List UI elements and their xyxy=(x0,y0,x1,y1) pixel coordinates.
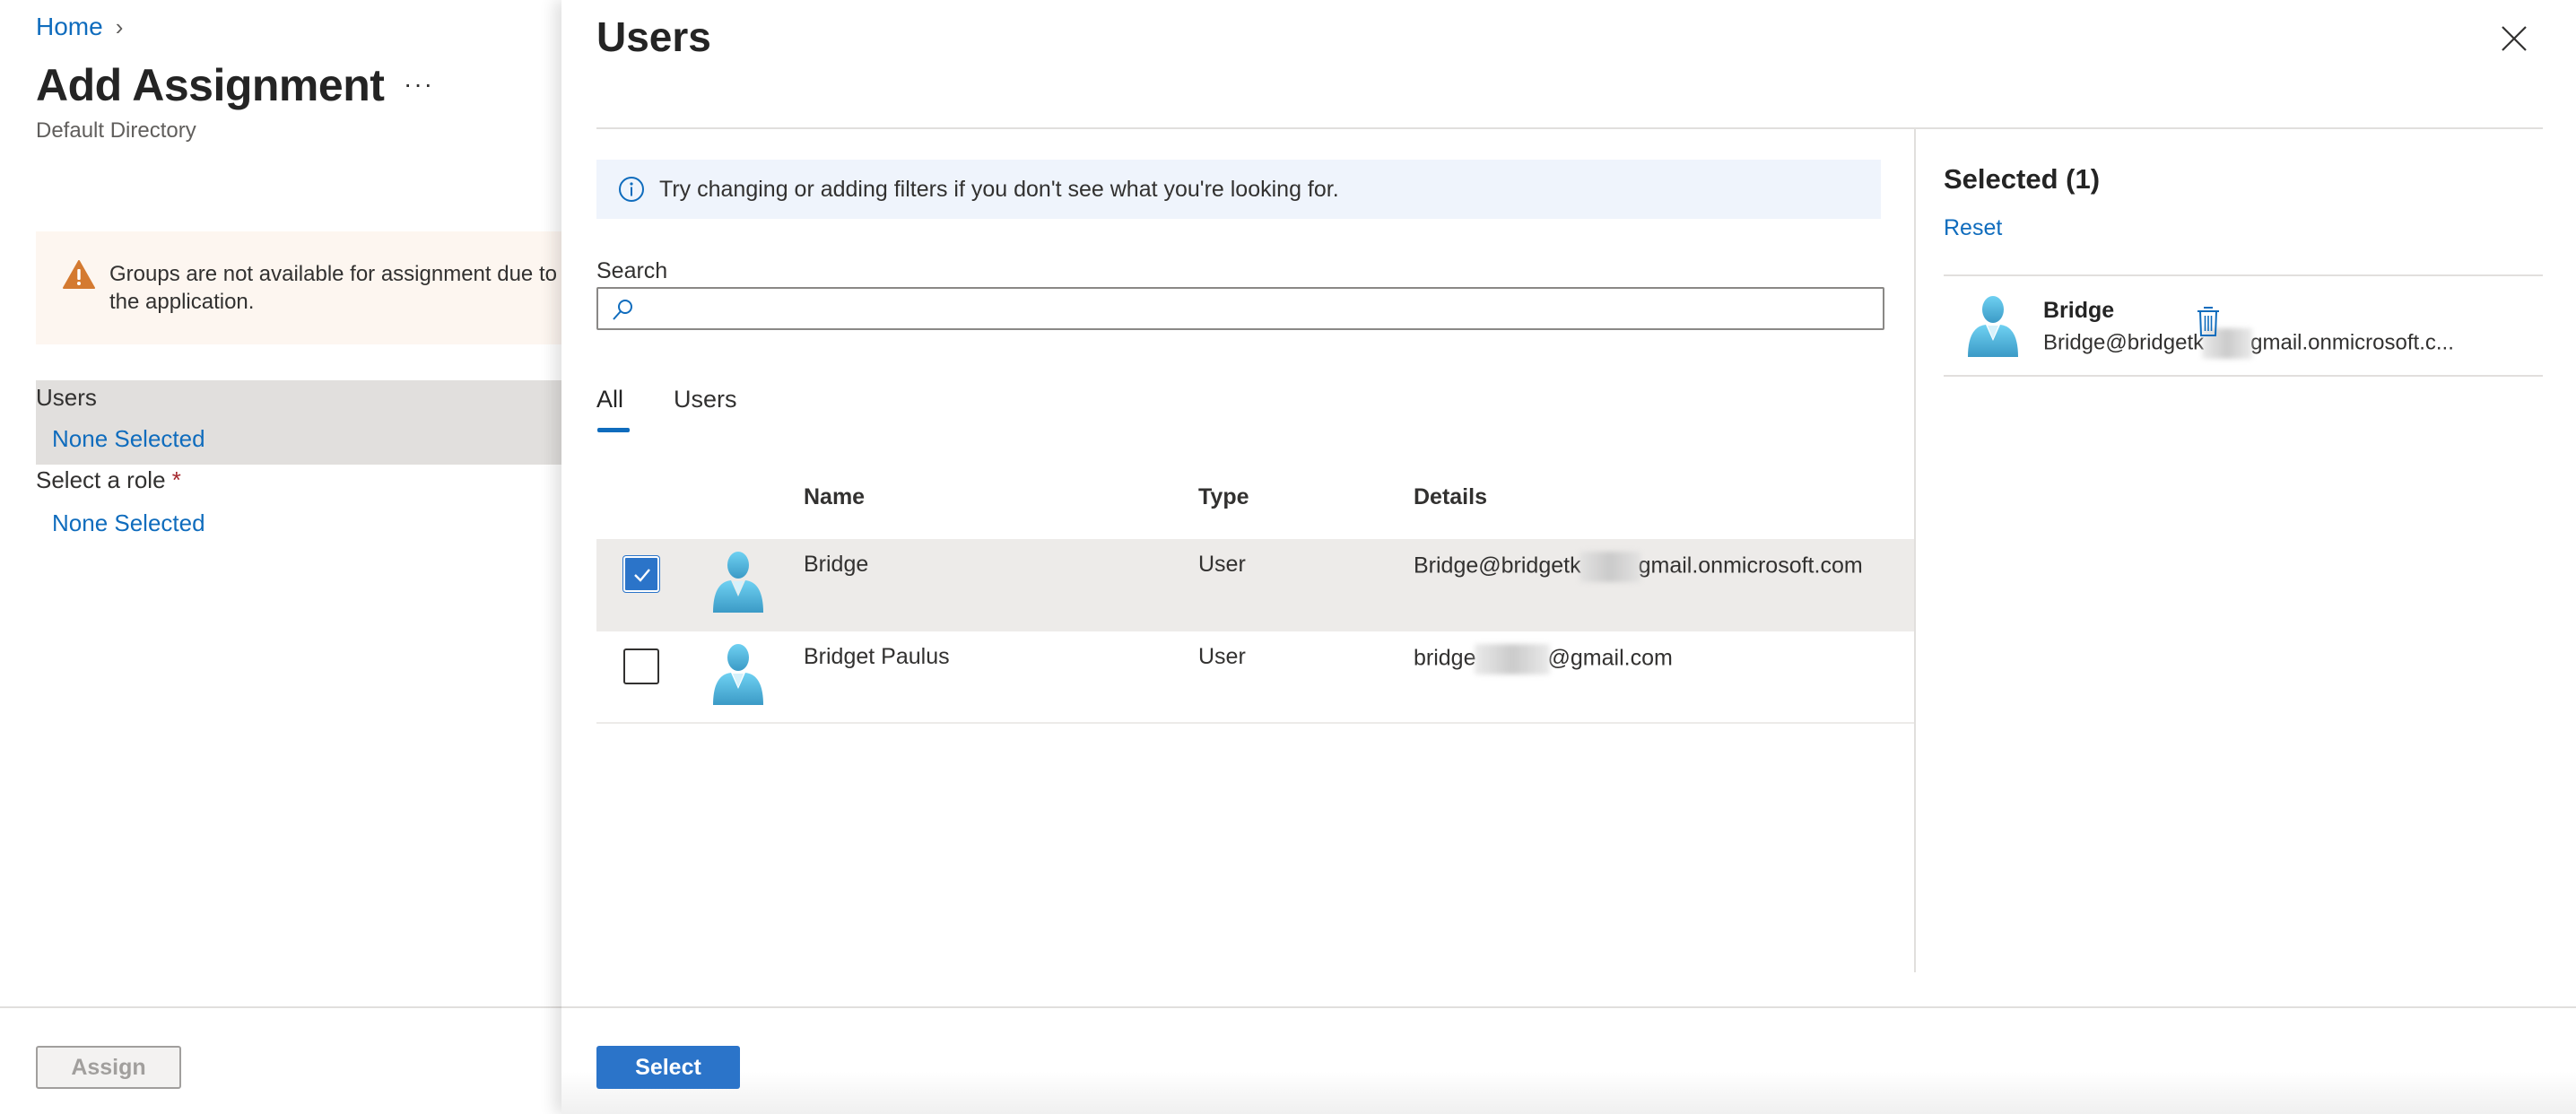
info-text: Try changing or adding filters if you do… xyxy=(659,176,1339,202)
info-icon xyxy=(619,177,644,202)
required-asterisk: * xyxy=(171,466,181,493)
page-title: Add Assignment xyxy=(36,60,385,110)
active-tab-indicator xyxy=(597,428,630,432)
column-header-details[interactable]: Details xyxy=(1414,484,1487,510)
column-header-type[interactable]: Type xyxy=(1198,484,1249,510)
pane-splitter xyxy=(1914,129,1916,972)
user-avatar-icon xyxy=(713,552,763,613)
users-label: Users xyxy=(36,384,97,411)
warning-icon xyxy=(63,260,95,289)
user-type: User xyxy=(1198,552,1246,577)
tab-users[interactable]: Users xyxy=(674,386,737,413)
info-banner: Try changing or adding filters if you do… xyxy=(596,160,1881,219)
search-label: Search xyxy=(596,258,668,283)
redacted-blur xyxy=(1579,552,1640,582)
breadcrumb: Home › xyxy=(36,13,123,41)
add-assignment-blade: Home › Add Assignment ··· Default Direct… xyxy=(0,0,574,1114)
chevron-right-icon: › xyxy=(115,13,124,40)
footer-area xyxy=(561,1008,2576,1114)
warning-line-1: Groups are not available for assignment … xyxy=(109,262,557,286)
footer-divider xyxy=(0,1006,561,1008)
delete-icon[interactable] xyxy=(2196,305,2221,337)
select-button[interactable]: Select xyxy=(596,1046,740,1089)
details-suffix: @gmail.com xyxy=(1547,645,1673,671)
close-icon[interactable] xyxy=(2501,25,2528,52)
role-label: Select a role * xyxy=(36,466,181,494)
user-avatar-icon xyxy=(713,644,763,705)
reset-link[interactable]: Reset xyxy=(1944,215,2002,241)
row-checkbox[interactable] xyxy=(623,556,659,592)
email-suffix: gmail.onmicrosoft.c... xyxy=(2250,330,2454,355)
row-checkbox[interactable] xyxy=(623,648,659,684)
warning-line-2: the application. xyxy=(109,290,255,314)
search-input[interactable] xyxy=(645,289,1874,328)
details-suffix: gmail.onmicrosoft.com xyxy=(1638,553,1863,579)
details-prefix: Bridge@bridgetk xyxy=(1414,553,1581,579)
users-panel: Users Try changing or adding filters if … xyxy=(561,0,2576,1114)
redacted-blur xyxy=(1474,644,1550,674)
users-none-selected-link[interactable]: None Selected xyxy=(52,425,205,453)
selected-user-email: Bridge@bridgetk gmail.onmicrosoft.c... xyxy=(2043,328,2454,359)
user-avatar-icon xyxy=(1968,296,2018,357)
email-prefix: Bridge@bridgetk xyxy=(2043,330,2205,355)
header-divider xyxy=(596,127,2543,129)
table-row[interactable]: Bridget Paulus User bridge @gmail.com xyxy=(596,631,1915,724)
search-icon xyxy=(613,300,632,320)
more-options-button[interactable]: ··· xyxy=(404,70,434,99)
role-label-text: Select a role xyxy=(36,466,166,493)
table-row[interactable]: Bridge User Bridge@bridgetk gmail.onmicro… xyxy=(596,539,1915,631)
details-prefix: bridge xyxy=(1414,645,1476,671)
role-none-selected-link[interactable]: None Selected xyxy=(52,509,205,537)
footer-divider xyxy=(561,1006,2576,1008)
tab-all[interactable]: All xyxy=(596,386,623,413)
user-type: User xyxy=(1198,644,1246,669)
selected-user-name: Bridge xyxy=(2043,298,2115,323)
search-box[interactable] xyxy=(596,287,1884,330)
selected-list-divider xyxy=(1944,375,2543,377)
breadcrumb-home-link[interactable]: Home xyxy=(36,13,103,41)
panel-title: Users xyxy=(596,13,711,60)
column-header-name[interactable]: Name xyxy=(804,484,865,510)
user-name: Bridge xyxy=(804,552,869,577)
user-details: Bridge@bridgetk gmail.onmicrosoft.com xyxy=(1414,552,1863,582)
checkmark-icon xyxy=(634,569,650,582)
assign-button[interactable]: Assign xyxy=(36,1046,181,1089)
user-name: Bridget Paulus xyxy=(804,644,950,669)
user-details: bridge @gmail.com xyxy=(1414,644,1673,674)
selected-list-divider xyxy=(1944,274,2543,276)
warning-text: Groups are not available for assignment … xyxy=(109,260,576,316)
selected-count-title: Selected (1) xyxy=(1944,163,2101,195)
page-subtitle: Default Directory xyxy=(36,118,196,143)
